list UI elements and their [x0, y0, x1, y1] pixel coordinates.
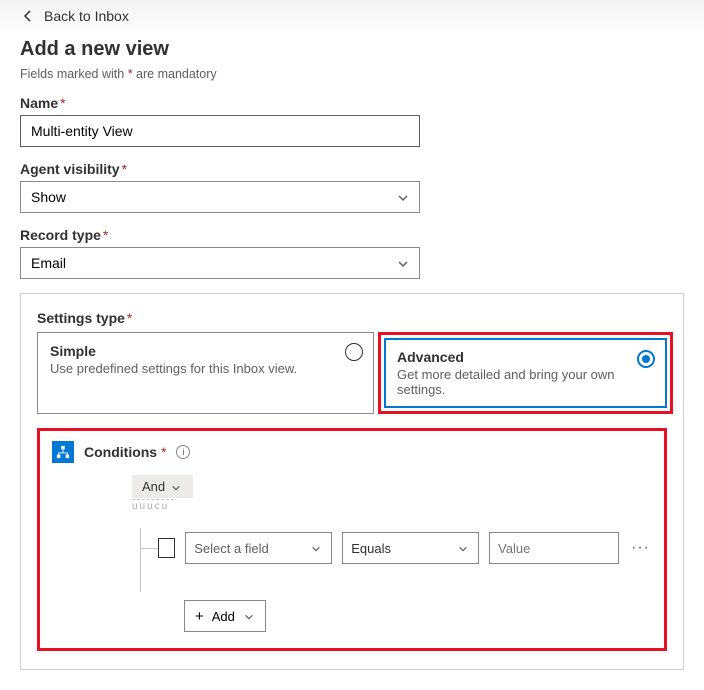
record-type-label: Record type* [20, 227, 684, 243]
hierarchy-icon [52, 441, 74, 463]
condition-row: Select a field Equals ··· [158, 532, 652, 564]
settings-type-label: Settings type* [37, 310, 667, 326]
arrow-left-icon [20, 8, 36, 24]
conditions-section: Conditions * i And uuucu [37, 428, 667, 651]
name-input[interactable] [20, 115, 420, 147]
condition-more-button[interactable]: ··· [629, 539, 652, 557]
record-type-select[interactable]: Email [20, 247, 420, 279]
add-condition-button[interactable]: + Add [184, 600, 266, 632]
deleted-placeholder: uuucu [132, 499, 174, 512]
name-label: Name* [20, 95, 684, 111]
settings-option-simple[interactable]: Simple Use predefined settings for this … [37, 332, 374, 414]
condition-field-select[interactable]: Select a field [185, 532, 332, 564]
settings-panel: Settings type* Simple Use predefined set… [20, 293, 684, 670]
logic-operator-dropdown[interactable]: And [132, 475, 193, 498]
chevron-down-icon [458, 542, 470, 554]
agent-visibility-label: Agent visibility* [20, 161, 684, 177]
mandatory-note: Fields marked with * are mandatory [20, 67, 684, 81]
settings-simple-desc: Use predefined settings for this Inbox v… [50, 361, 333, 376]
radio-selected-icon [637, 350, 655, 368]
page-title: Add a new view [20, 38, 684, 61]
settings-advanced-title: Advanced [397, 349, 626, 365]
chevron-down-icon [397, 191, 409, 203]
conditions-label: Conditions * [84, 444, 166, 460]
back-link-label: Back to Inbox [44, 8, 129, 24]
condition-checkbox[interactable] [158, 538, 175, 558]
plus-icon: + [195, 609, 204, 624]
settings-simple-title: Simple [50, 343, 333, 359]
info-icon[interactable]: i [176, 445, 190, 459]
chevron-down-icon [243, 610, 255, 622]
settings-option-advanced[interactable]: Advanced Get more detailed and bring you… [384, 338, 667, 408]
chevron-down-icon [397, 257, 409, 269]
condition-value-input[interactable] [489, 532, 619, 564]
chevron-down-icon [311, 542, 323, 554]
radio-icon [345, 343, 363, 361]
condition-operator-select[interactable]: Equals [342, 532, 479, 564]
settings-advanced-desc: Get more detailed and bring your own set… [397, 367, 626, 397]
back-to-inbox-link[interactable]: Back to Inbox [20, 8, 129, 24]
agent-visibility-select[interactable]: Show [20, 181, 420, 213]
chevron-down-icon [171, 481, 183, 493]
